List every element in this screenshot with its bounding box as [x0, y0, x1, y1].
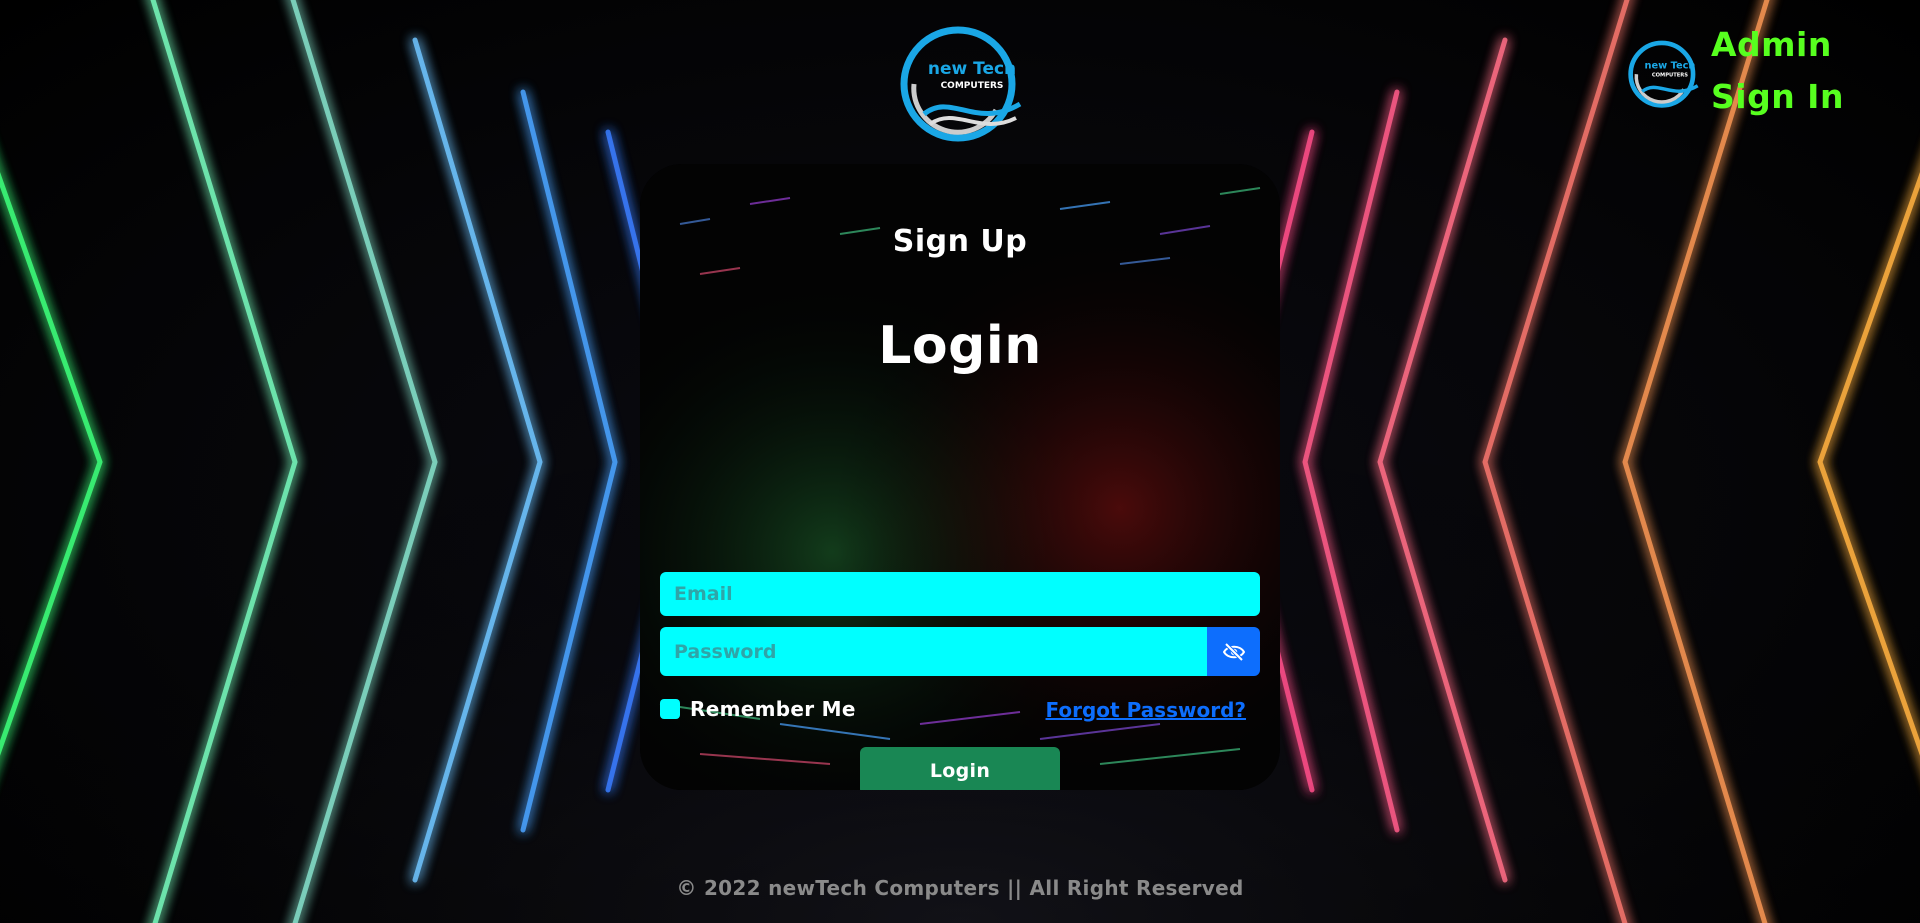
- small-logo-line1: new Tech: [1644, 60, 1695, 71]
- login-button[interactable]: Login: [860, 747, 1060, 790]
- admin-logo-icon: new Tech COMPUTERS: [1628, 40, 1699, 108]
- admin-link[interactable]: Admin: [1711, 22, 1844, 68]
- logo-line2: COMPUTERS: [941, 81, 1004, 91]
- email-field[interactable]: [660, 572, 1260, 616]
- login-title: Login: [878, 316, 1042, 376]
- sign-up-link[interactable]: Sign Up: [893, 224, 1028, 259]
- admin-sign-in-group: Admin Sign In: [1711, 22, 1844, 120]
- remember-me-label: Remember Me: [690, 697, 856, 721]
- page: new Tech COMPUTERS new Tech COMPUTERS Ad…: [0, 0, 1920, 923]
- signup-container: Sign Up: [640, 224, 1280, 259]
- remember-me: Remember Me: [660, 697, 856, 721]
- eye-slash-icon: [1222, 642, 1245, 661]
- toggle-password-visibility-button[interactable]: [1207, 627, 1260, 676]
- admin-sign-in-link[interactable]: Sign In: [1711, 74, 1844, 120]
- logo-line1: new Tech: [928, 59, 1016, 79]
- footer-copyright: © 2022 newTech Computers || All Right Re…: [676, 876, 1244, 900]
- remember-me-checkbox[interactable]: [660, 699, 680, 719]
- login-card: Sign Up Login Remember Me Forgot Passwor…: [640, 164, 1280, 790]
- forgot-password-link[interactable]: Forgot Password?: [1046, 697, 1246, 723]
- newtech-logo[interactable]: new Tech COMPUTERS: [896, 22, 1024, 142]
- small-logo-line2: COMPUTERS: [1652, 72, 1688, 78]
- password-field[interactable]: [660, 627, 1207, 676]
